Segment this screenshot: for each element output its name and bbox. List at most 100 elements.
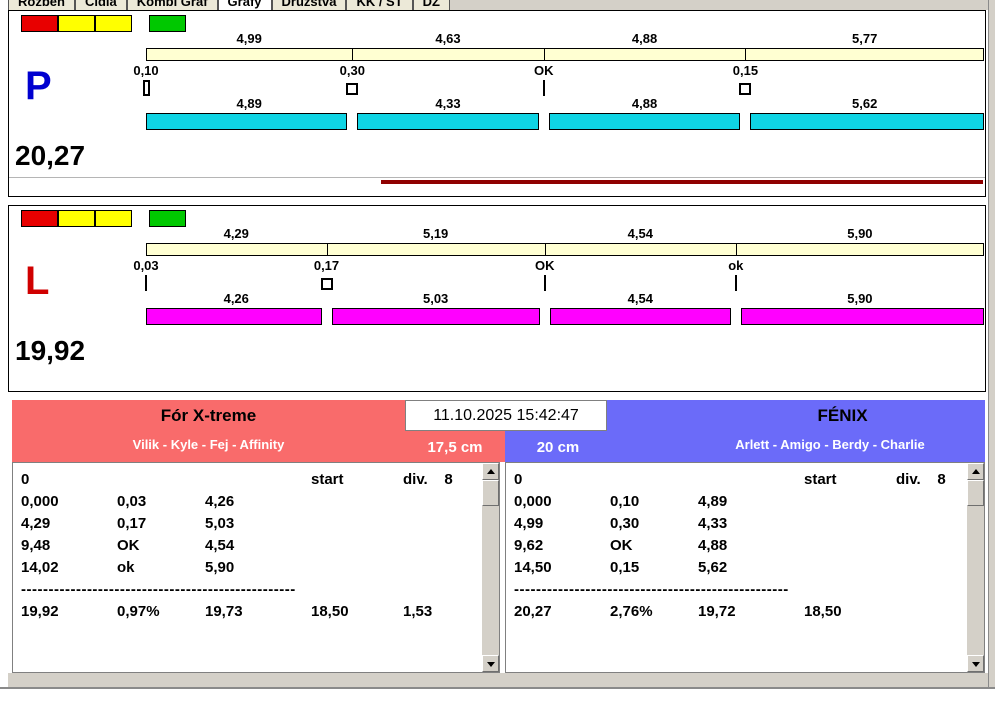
split-time-cell: 5,90	[205, 559, 235, 576]
total-cell: 1,53	[403, 603, 433, 620]
right-team-results-panel: 0 start div. 8 0,000 0,10 4,89 4,99 0,30 4,33 9,6…	[505, 462, 985, 673]
lap-counter-cell: 0	[514, 471, 523, 488]
segment-time-top: 4,54	[627, 226, 653, 241]
marker-square-icon	[739, 83, 752, 95]
overall-time-bar	[146, 243, 984, 256]
cumulative-time-cell: 0,000	[21, 493, 59, 510]
dog-run-segment	[331, 308, 540, 325]
dog-run-segment	[740, 308, 984, 325]
cumulative-time-cell: 4,99	[514, 515, 544, 532]
change-time-label: 0,03	[133, 258, 159, 273]
total-cell: 18,50	[311, 603, 349, 620]
lane-total-time: 19,92	[15, 335, 86, 366]
segment-time-bottom: 5,62	[852, 96, 878, 111]
change-time-cell: 0,15	[610, 559, 640, 576]
tab-dz[interactable]: DZ	[412, 0, 451, 10]
change-time-cell: 0,03	[117, 493, 147, 510]
status-light-4	[149, 210, 186, 227]
tab-cidla[interactable]: Čidla	[74, 0, 127, 10]
up-arrow-icon	[487, 469, 495, 474]
divider-line	[9, 177, 985, 178]
cumulative-time-cell: 0,000	[514, 493, 552, 510]
bar-divider	[745, 48, 747, 61]
split-time-cell: 5,03	[205, 515, 235, 532]
status-light-1	[21, 15, 58, 32]
split-time-cell: 5,62	[698, 559, 728, 576]
total-cell: 20,27	[514, 603, 552, 620]
change-time-cell: 0,17	[117, 515, 147, 532]
tab-kombi-graf[interactable]: Kombi Graf	[126, 0, 218, 10]
split-time-cell: 4,54	[205, 537, 235, 554]
tab-kk-st[interactable]: KK / ST	[346, 0, 413, 10]
right-team-dogs: Arlett - Amigo - Berdy - Charlie	[735, 437, 925, 452]
change-time-label: 0,10	[133, 63, 159, 78]
bar-divider	[543, 48, 545, 61]
status-lights	[21, 210, 221, 227]
change-time-cell: OK	[117, 537, 140, 554]
segment-time-bottom: 5,03	[422, 291, 449, 306]
total-cell: 2,76%	[610, 603, 653, 620]
vertical-scrollbar[interactable]	[482, 463, 499, 672]
change-time-cell: 0,10	[610, 493, 640, 510]
scroll-down-button[interactable]	[482, 655, 499, 672]
down-arrow-icon	[972, 662, 980, 667]
marker-line-icon	[734, 275, 737, 291]
segment-time-bottom: 4,54	[627, 291, 653, 306]
window-bottom-edge	[0, 687, 995, 689]
cumulative-time-cell: 14,02	[21, 559, 59, 576]
lane-letter: L	[25, 259, 50, 303]
scrollbar-thumb[interactable]	[967, 480, 984, 506]
dog-run-segment	[750, 113, 984, 130]
change-time-label: OK	[533, 63, 554, 78]
change-time-label: 0,17	[313, 258, 340, 273]
scroll-up-button[interactable]	[482, 463, 499, 480]
status-light-3	[95, 15, 132, 32]
left-team-name: Fór X-treme	[160, 406, 257, 425]
segment-time-bottom: 4,26	[223, 291, 249, 306]
left-team-dogs: Vilik - Kyle - Fej - Affinity	[132, 437, 285, 452]
segment-time-top: 4,29	[223, 226, 249, 241]
segment-time-top: 4,99	[236, 31, 262, 46]
flyball-timing-window: Rozběh Čidla Kombi Graf Grafy Družstva KK / S…	[0, 0, 995, 716]
segment-time-top: 5,19	[422, 226, 449, 241]
down-arrow-icon	[487, 662, 495, 667]
window-right-border	[988, 0, 995, 687]
tab-rozbeh[interactable]: Rozběh	[8, 0, 75, 10]
tab-druzstva[interactable]: Družstva	[271, 0, 347, 10]
lane-panel-l: L 19,92 4,29 4,26 5,19 5,03 4,54 4,54 5,90 5,90…	[8, 205, 986, 392]
cumulative-time-cell: 14,50	[514, 559, 552, 576]
progress-line	[381, 180, 983, 184]
change-time-label: OK	[535, 258, 555, 273]
total-cell: 19,73	[205, 603, 243, 620]
split-time-cell: 4,33	[698, 515, 728, 532]
scroll-up-button[interactable]	[967, 463, 984, 480]
start-label: start	[804, 471, 837, 488]
dog-run-segment	[146, 113, 348, 130]
division-label: div. 8	[896, 471, 946, 488]
separator-row: ----------------------------------------…	[21, 581, 296, 598]
segment-time-top: 4,63	[435, 31, 461, 46]
status-light-1	[21, 210, 58, 227]
division-label: div. 8	[403, 471, 453, 488]
vertical-scrollbar[interactable]	[967, 463, 984, 672]
scroll-down-button[interactable]	[967, 655, 984, 672]
scrollbar-thumb[interactable]	[482, 480, 499, 506]
marker-line-icon	[542, 80, 545, 96]
split-time-cell: 4,26	[205, 493, 235, 510]
segment-time-bottom: 5,90	[847, 291, 873, 306]
segment-time-top: 5,90	[847, 226, 873, 241]
total-cell: 19,72	[698, 603, 736, 620]
up-arrow-icon	[972, 469, 980, 474]
overall-time-bar	[146, 48, 984, 61]
right-jump-height: 20 cm	[536, 439, 580, 456]
left-jump-height: 17,5 cm	[427, 439, 483, 456]
window-bottom-border	[8, 673, 988, 687]
dog-run-segment	[548, 113, 741, 130]
dog-run-segment	[357, 113, 539, 130]
lap-counter-cell: 0	[21, 471, 30, 488]
change-time-cell: OK	[610, 537, 633, 554]
bar-divider	[326, 243, 328, 256]
marker-line-icon	[543, 275, 546, 291]
tab-grafy[interactable]: Grafy	[217, 0, 272, 10]
segment-time-bottom: 4,88	[631, 96, 658, 111]
